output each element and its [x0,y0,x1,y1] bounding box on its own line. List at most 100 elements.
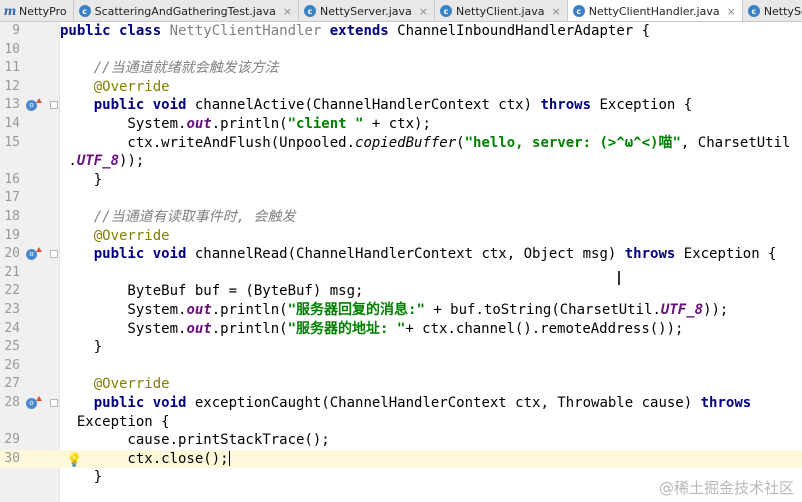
code-line[interactable]: 10 [0,41,802,60]
tab-5[interactable]: cNettyServerHandler.java× [743,0,802,21]
code-token: } [60,469,103,486]
code-editor[interactable]: 9 public class NettyClientHandler extends… [0,22,802,502]
close-tab-icon[interactable]: × [552,5,561,18]
code-token: public void [93,246,195,263]
override-method-icon[interactable]: o [26,396,42,409]
line-number: 26 [4,357,20,373]
code-line[interactable]: 22 ByteBuf buf = (ByteBuf) msg; [0,282,802,301]
line-number: 23 [4,302,20,317]
fold-toggle-icon[interactable] [50,399,58,407]
code-token: "服务器回复的消息:" [287,302,425,318]
tab-3[interactable]: c NettyClient.java × [435,0,568,21]
line-number: 18 [4,209,20,224]
code-token: @Override [93,376,170,393]
code-text: System.out.println("client " + ctx); [60,115,430,134]
code-token: )); [703,302,729,318]
code-token: System. [60,302,187,318]
code-line[interactable]: 19 @Override [0,227,802,246]
code-line[interactable]: 13 o public void channelActive(ChannelHan… [0,96,802,115]
code-line[interactable]: 27 @Override [0,375,802,394]
line-number: 10 [4,41,20,57]
code-line[interactable]: 24 System.out.println("服务器的地址: "+ ctx.ch… [0,320,802,339]
code-text: ctx.close(); [60,450,230,469]
code-token: throws [540,97,600,114]
tab-label: NettyClientHandler.java [588,4,720,18]
code-line[interactable]: 29 cause.printStackTrace(); [0,431,802,450]
code-token: ctx.writeAndFlush(Unpooled. [60,134,356,151]
close-tab-icon[interactable]: × [283,5,292,18]
code-line[interactable]: 11 //当通道就绪就会触发该方法 [0,59,802,78]
code-text: ByteBuf buf = (ByteBuf) msg; [60,282,363,301]
code-line[interactable]: 18 //当通道有读取事件时, 会触发 [0,208,802,227]
tab-label: NettyServerHandler.java [763,4,802,18]
code-token: out [186,116,212,132]
tab-4[interactable]: c NettyClientHandler.java × [567,0,743,21]
code-token: //当通道有读取事件时, 会触发 [93,209,296,225]
code-token: out [186,302,212,318]
code-token: .println( [211,302,288,318]
fold-toggle-icon[interactable] [50,101,58,110]
code-token: throws [700,395,752,411]
tab-0[interactable]: m NettyPro [0,0,74,21]
code-line[interactable]: 21 [0,264,802,283]
code-token: .println( [211,116,288,132]
code-line[interactable]: 15 ctx.writeAndFlush(Unpooled.copiedBuff… [0,134,802,153]
close-tab-icon[interactable]: × [727,5,736,18]
code-token: //当通道就绪就会触发该方法 [93,60,279,77]
code-text: public void channelActive(ChannelHandler… [60,96,692,115]
code-line[interactable]: 9 public class NettyClientHandler extends… [0,22,802,41]
code-token: UTF_8 [660,302,704,318]
code-line[interactable]: 16 } [0,171,802,190]
code-token: , CharsetUtil [680,134,791,151]
code-line[interactable]: .UTF_8)); [0,152,802,171]
line-number: 19 [4,227,20,243]
code-token: + ctx.channel().remoteAddress()); [405,320,684,337]
line-number: 9 [12,23,20,38]
code-line[interactable]: 20 o public void channelRead(ChannelHandl… [0,245,802,264]
code-token: "client " [287,116,364,132]
java-class-icon: c [78,5,91,17]
line-number: 13 [4,97,20,113]
code-text: public void channelRead(ChannelHandlerCo… [60,245,777,264]
line-number: 15 [4,134,20,150]
code-token: exceptionCaught(ChannelHandlerContext ct… [194,395,701,411]
override-method-icon[interactable]: o [26,98,42,112]
tab-2[interactable]: c NettyServer.java × [299,0,436,21]
code-token: out [186,320,212,337]
code-line[interactable]: 14 System.out.println("client " + ctx); [0,115,802,134]
code-line[interactable]: 26 [0,357,802,376]
code-token: System. [60,116,187,132]
line-number: 12 [4,78,20,94]
override-method-icon[interactable]: o [26,247,42,261]
code-line[interactable]: 17 [0,189,802,208]
tab-1[interactable]: c ScatteringAndGatheringTest.java × [74,0,300,21]
line-number: 17 [4,190,20,206]
code-token: } [60,339,103,356]
code-line[interactable]: 28 o public void exceptionCaught(ChannelH… [0,394,802,413]
code-line[interactable]: 30 💡 ctx.close(); [0,449,802,469]
line-number: 25 [4,339,20,355]
line-number: 29 [4,432,20,448]
code-token: Exception { [60,413,170,430]
code-token: UTF_8 [76,153,120,170]
line-number: 11 [4,60,20,76]
code-text: @Override [60,78,170,97]
tab-label: ScatteringAndGatheringTest.java [94,4,276,18]
code-line[interactable]: 25 } [0,338,802,357]
code-text: public class NettyClientHandler extends … [60,22,650,41]
code-token: ctx.close(); [60,450,229,467]
watermark: @稀土掘金技术社区 [658,479,794,497]
code-line[interactable]: 23 System.out.println("服务器回复的消息:" + buf.… [0,301,802,320]
code-text: Exception { [60,413,170,432]
code-line[interactable]: Exception { [0,413,802,432]
code-token: public class [60,23,170,39]
code-line[interactable]: 12 @Override [0,78,802,97]
fold-toggle-icon[interactable] [50,250,58,259]
code-token: copiedBuffer [355,134,457,151]
close-tab-icon[interactable]: × [419,5,428,18]
